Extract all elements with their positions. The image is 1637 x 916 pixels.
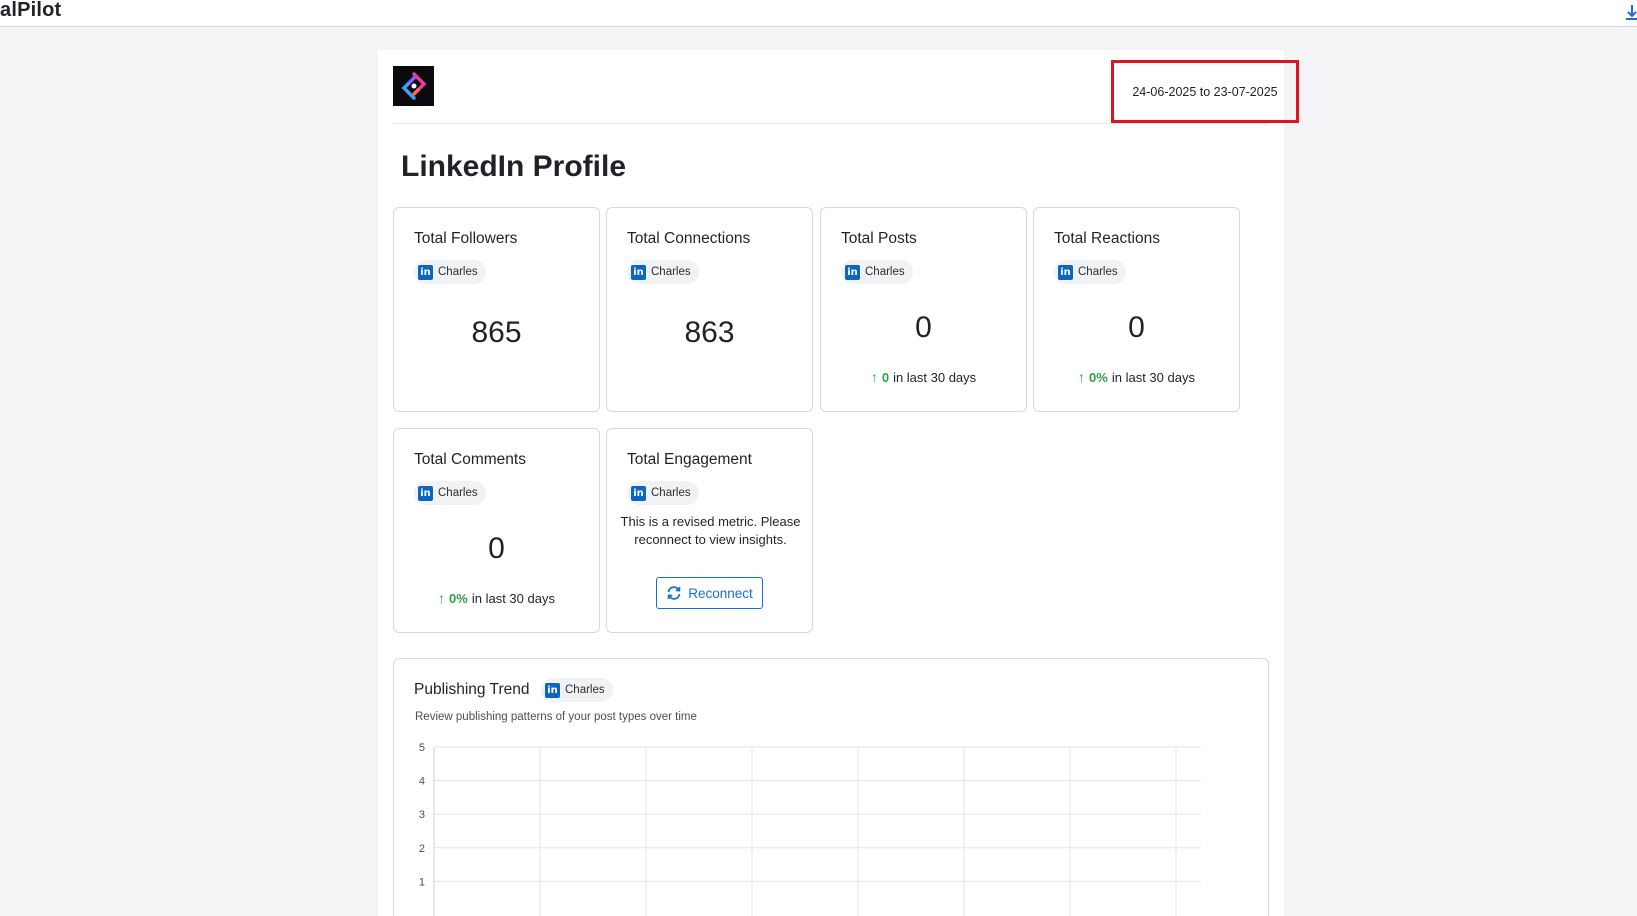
arrow-up-icon: ↑ bbox=[870, 369, 878, 385]
refresh-icon bbox=[667, 586, 681, 600]
card-title: Total Followers bbox=[414, 230, 518, 247]
total-comments-card: Total Comments in Charles 0 ↑ 0% in last… bbox=[393, 428, 600, 633]
brand-logo bbox=[393, 66, 434, 106]
trend-subtitle: Review publishing patterns of your post … bbox=[415, 711, 697, 723]
card-title: Total Engagement bbox=[627, 451, 752, 468]
metric-value: 0 bbox=[488, 532, 505, 565]
top-navigation-bar: alPilot bbox=[0, 0, 1637, 27]
linkedin-icon: in bbox=[631, 264, 646, 280]
linkedin-icon: in bbox=[545, 682, 560, 698]
linkedin-icon: in bbox=[845, 264, 860, 280]
metric-value: 0 bbox=[915, 311, 932, 344]
account-name: Charles bbox=[651, 487, 691, 499]
metric-delta: ↑ 0% in last 30 days bbox=[394, 590, 599, 606]
revised-metric-note: This is a revised metric. Please reconne… bbox=[620, 514, 801, 547]
card-title: Total Comments bbox=[414, 451, 526, 468]
account-name: Charles bbox=[1078, 266, 1118, 278]
linkedin-icon: in bbox=[631, 485, 646, 501]
card-title: Total Posts bbox=[841, 230, 917, 247]
card-title: Total Reactions bbox=[1054, 230, 1160, 247]
account-name: Charles bbox=[438, 266, 478, 278]
download-icon[interactable] bbox=[1623, 3, 1637, 23]
account-chip: in Charles bbox=[1054, 260, 1126, 284]
arrow-up-icon: ↑ bbox=[438, 590, 446, 606]
date-range-display[interactable]: 24-06-2025 to 23-07-2025 bbox=[1111, 60, 1299, 123]
trend-title: Publishing Trend bbox=[414, 681, 530, 698]
metric-delta: ↑ 0% in last 30 days bbox=[1034, 369, 1239, 385]
total-engagement-card: Total Engagement in Charles This is a re… bbox=[606, 428, 813, 633]
metric-value: 863 bbox=[684, 316, 735, 349]
page-title: LinkedIn Profile bbox=[401, 150, 627, 183]
account-chip: in Charles bbox=[841, 260, 913, 284]
linkedin-icon: in bbox=[418, 485, 433, 501]
report-header: 24-06-2025 to 23-07-2025 bbox=[393, 50, 1299, 124]
delta-value: 0% bbox=[449, 590, 468, 606]
metric-delta: ↑ 0 in last 30 days bbox=[821, 369, 1026, 385]
card-title: Total Connections bbox=[627, 230, 751, 247]
total-posts-card: Total Posts in Charles 0 ↑ 0 in last 30 … bbox=[820, 207, 1027, 412]
delta-text: in last 30 days bbox=[471, 590, 555, 606]
total-followers-card: Total Followers in Charles 865 bbox=[393, 207, 600, 412]
y-tick-label: 4 bbox=[419, 776, 425, 788]
account-chip: in Charles bbox=[627, 260, 699, 284]
y-tick-label: 5 bbox=[419, 742, 425, 754]
linkedin-icon: in bbox=[1058, 264, 1073, 280]
account-chip: in Charles bbox=[541, 678, 613, 702]
account-chip: in Charles bbox=[414, 260, 486, 284]
account-chip: in Charles bbox=[627, 481, 699, 505]
account-name: Charles bbox=[565, 684, 605, 696]
delta-text: in last 30 days bbox=[1111, 369, 1195, 385]
account-chip: in Charles bbox=[414, 481, 486, 505]
linkedin-icon: in bbox=[418, 264, 433, 280]
total-connections-card: Total Connections in Charles 863 bbox=[606, 207, 813, 412]
total-reactions-card: Total Reactions in Charles 0 ↑ 0% in las… bbox=[1033, 207, 1240, 412]
delta-text: in last 30 days bbox=[893, 369, 977, 385]
report-page: 24-06-2025 to 23-07-2025 LinkedIn Profil… bbox=[378, 50, 1299, 916]
publishing-trend-chart: 5 4 3 2 1 bbox=[419, 742, 1201, 916]
metric-value: 865 bbox=[471, 316, 522, 349]
app-brand[interactable]: alPilot bbox=[0, 0, 61, 22]
metric-value: 0 bbox=[1128, 311, 1145, 344]
delta-value: 0% bbox=[1089, 369, 1108, 385]
reconnect-button[interactable]: Reconnect bbox=[656, 577, 763, 609]
account-name: Charles bbox=[438, 487, 478, 499]
account-name: Charles bbox=[651, 266, 691, 278]
publishing-trend-card: Publishing Trend in Charles Review publi… bbox=[393, 658, 1269, 916]
y-tick-label: 3 bbox=[419, 809, 425, 821]
account-name: Charles bbox=[865, 266, 905, 278]
delta-value: 0 bbox=[881, 369, 890, 385]
reconnect-label: Reconnect bbox=[688, 585, 753, 601]
y-tick-label: 2 bbox=[419, 843, 425, 855]
y-tick-label: 1 bbox=[419, 876, 425, 888]
arrow-up-icon: ↑ bbox=[1078, 369, 1086, 385]
